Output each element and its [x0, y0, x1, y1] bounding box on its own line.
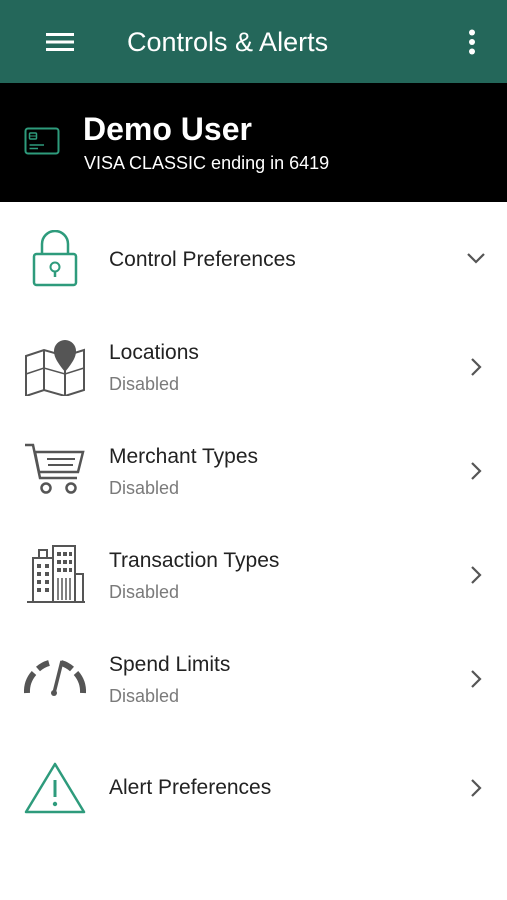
warning-triangle-icon: [20, 753, 90, 823]
spend-limits-row[interactable]: Spend Limits Disabled: [0, 630, 507, 726]
transaction-types-row[interactable]: Transaction Types Disabled: [0, 526, 507, 622]
locations-row[interactable]: Locations Disabled: [0, 318, 507, 414]
merchant-types-row[interactable]: Merchant Types Disabled: [0, 422, 507, 518]
credit-card-icon: [24, 127, 60, 160]
chevron-down-icon: [464, 246, 488, 270]
control-preferences-label: Control Preferences: [109, 248, 296, 271]
map-pin-icon: [20, 331, 90, 401]
chevron-right-icon: [464, 355, 488, 379]
overflow-menu-button[interactable]: [452, 20, 492, 64]
spend-limits-status: Disabled: [109, 686, 180, 706]
control-preferences-row[interactable]: Control Preferences: [0, 211, 507, 307]
chevron-right-icon: [464, 459, 488, 483]
more-vertical-icon: [469, 29, 475, 55]
user-name: Demo User: [83, 111, 252, 147]
locations-status: Disabled: [109, 374, 180, 394]
buildings-icon: [20, 539, 90, 609]
alert-preferences-row[interactable]: Alert Preferences: [0, 739, 507, 835]
card-header: Demo User VISA CLASSIC ending in 6419: [0, 83, 507, 202]
chevron-right-icon: [464, 776, 488, 800]
alert-preferences-label: Alert Preferences: [109, 776, 272, 799]
hamburger-menu-icon: [46, 33, 74, 51]
app-bar: Controls & Alerts: [0, 0, 507, 83]
card-description: VISA CLASSIC ending in 6419: [84, 153, 330, 173]
chevron-right-icon: [464, 563, 488, 587]
spend-limits-label: Spend Limits: [109, 653, 231, 676]
transaction-types-status: Disabled: [109, 582, 180, 602]
chevron-right-icon: [464, 667, 488, 691]
speedometer-icon: [20, 642, 90, 712]
merchant-types-status: Disabled: [109, 478, 180, 498]
menu-button[interactable]: [34, 20, 86, 64]
locations-label: Locations: [109, 341, 199, 364]
transaction-types-label: Transaction Types: [109, 549, 280, 572]
controls-alerts-screen: Controls & Alerts Demo User VISA CLASSIC…: [0, 0, 507, 900]
merchant-types-label: Merchant Types: [109, 445, 259, 468]
shopping-cart-icon: [20, 434, 90, 504]
page-title: Controls & Alerts: [127, 27, 329, 57]
padlock-icon: [20, 224, 90, 294]
